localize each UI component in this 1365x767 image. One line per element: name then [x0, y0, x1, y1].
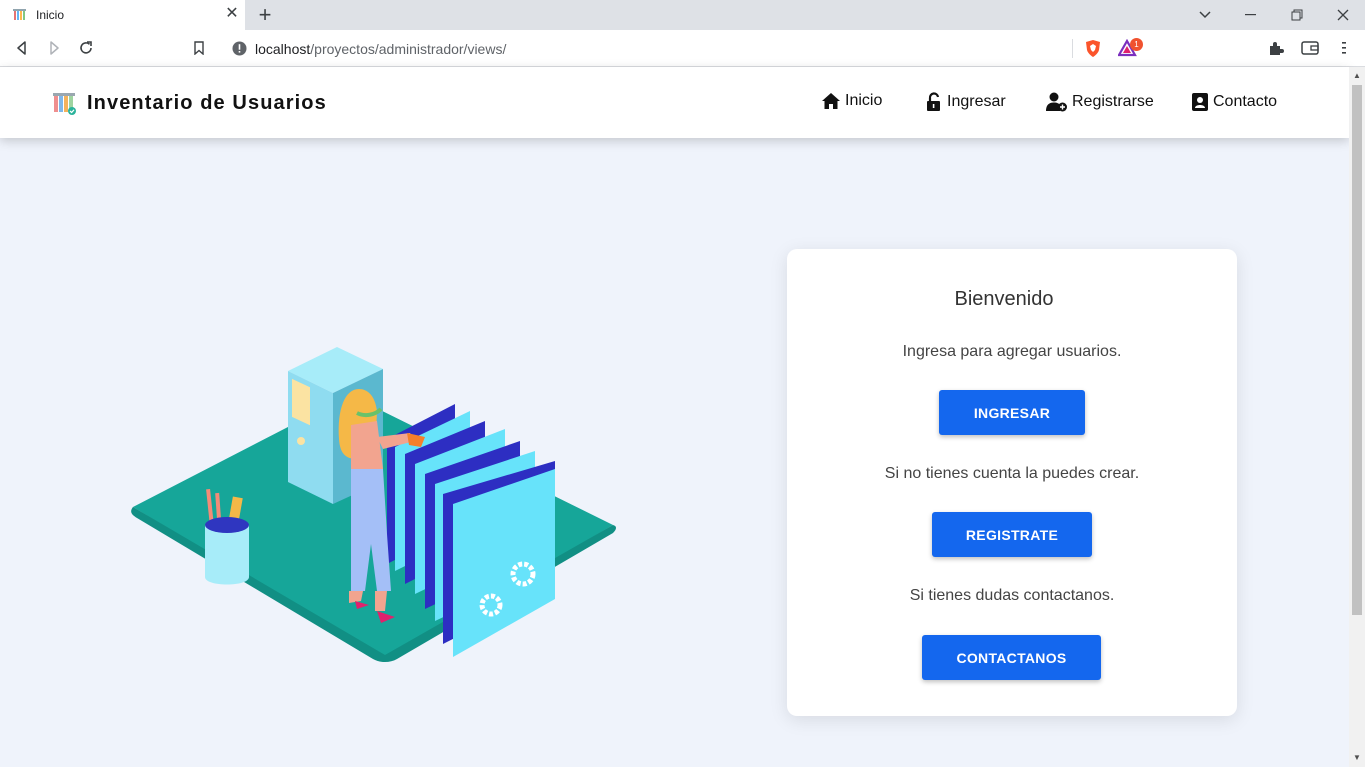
contact-text: Si tienes dudas contactanos.	[909, 587, 1115, 604]
nav-link-contacto[interactable]: Contacto	[1191, 92, 1277, 112]
url-path: /proyectos/administrador/views/	[310, 41, 507, 57]
nav-link-label: Contacto	[1213, 93, 1278, 110]
contact-card-icon	[1192, 93, 1208, 111]
omnibox-divider	[1072, 39, 1073, 58]
browser-tabstrip: Inicio ✕ +	[0, 0, 1365, 30]
nav-link-inicio[interactable]: Inicio	[821, 92, 882, 110]
extensions-icon[interactable]	[1266, 38, 1286, 58]
menu-icon[interactable]	[1334, 38, 1354, 58]
welcome-card: Bienvenido Ingresa para agregar usuarios…	[787, 249, 1237, 716]
login-text: Ingresa para agregar usuarios.	[902, 343, 1122, 360]
reload-icon[interactable]	[76, 38, 96, 58]
home-icon	[822, 93, 840, 109]
page-content: Inventario de Usuarios Inicio Ingresar R…	[0, 67, 1349, 767]
inventory-logo-icon	[53, 93, 76, 115]
nav-link-label: Inicio	[845, 92, 883, 109]
restore-icon[interactable]	[1285, 4, 1309, 26]
user-plus-icon	[1046, 92, 1067, 112]
url-host: localhost	[255, 41, 311, 57]
close-window-icon[interactable]	[1331, 4, 1355, 26]
tab-title: Inicio	[36, 8, 65, 22]
wallet-icon[interactable]	[1300, 38, 1320, 58]
tab-close-icon[interactable]: ✕	[224, 6, 240, 22]
new-tab-icon[interactable]: +	[255, 4, 275, 26]
nav-link-label: Registrarse	[1072, 93, 1154, 110]
brave-shield-icon[interactable]	[1084, 39, 1102, 58]
ingresar-button[interactable]: INGRESAR	[939, 390, 1085, 435]
back-icon[interactable]	[12, 38, 32, 58]
brand[interactable]: Inventario de Usuarios	[53, 91, 327, 115]
page-scrollbar[interactable]: ▲ ▼	[1349, 67, 1365, 767]
forward-icon[interactable]	[44, 38, 64, 58]
hero-illustration	[131, 347, 616, 662]
card-title: Bienvenido	[954, 288, 1054, 310]
url-text: localhost/proyectos/administrador/views/	[255, 41, 506, 57]
nav-link-label: Ingresar	[947, 93, 1006, 110]
tab-search-icon[interactable]	[1193, 4, 1217, 26]
minimize-icon[interactable]	[1239, 4, 1263, 26]
scroll-up-icon[interactable]: ▲	[1352, 71, 1362, 81]
address-bar[interactable]: localhost/proyectos/administrador/views/…	[222, 34, 1144, 63]
browser-tab[interactable]: Inicio ✕	[0, 0, 245, 30]
scroll-down-icon[interactable]: ▼	[1352, 753, 1362, 763]
app-favicon-icon	[13, 9, 26, 20]
register-text: Si no tienes cuenta la puedes crear.	[884, 465, 1140, 482]
brand-title: Inventario de Usuarios	[87, 91, 327, 114]
bookmark-icon[interactable]	[189, 38, 209, 58]
site-navbar: Inventario de Usuarios Inicio Ingresar R…	[0, 67, 1349, 138]
scroll-thumb[interactable]	[1352, 85, 1362, 615]
registrate-button[interactable]: REGISTRATE	[932, 512, 1092, 557]
nav-link-ingresar[interactable]: Ingresar	[925, 92, 1006, 112]
browser-toolbar: localhost/proyectos/administrador/views/…	[0, 30, 1365, 67]
contactanos-button[interactable]: CONTACTANOS	[922, 635, 1101, 680]
lock-icon	[927, 92, 940, 111]
rewards-badge: 1	[1130, 38, 1143, 51]
nav-link-registrarse[interactable]: Registrarse	[1046, 92, 1154, 112]
info-icon[interactable]	[232, 41, 247, 56]
